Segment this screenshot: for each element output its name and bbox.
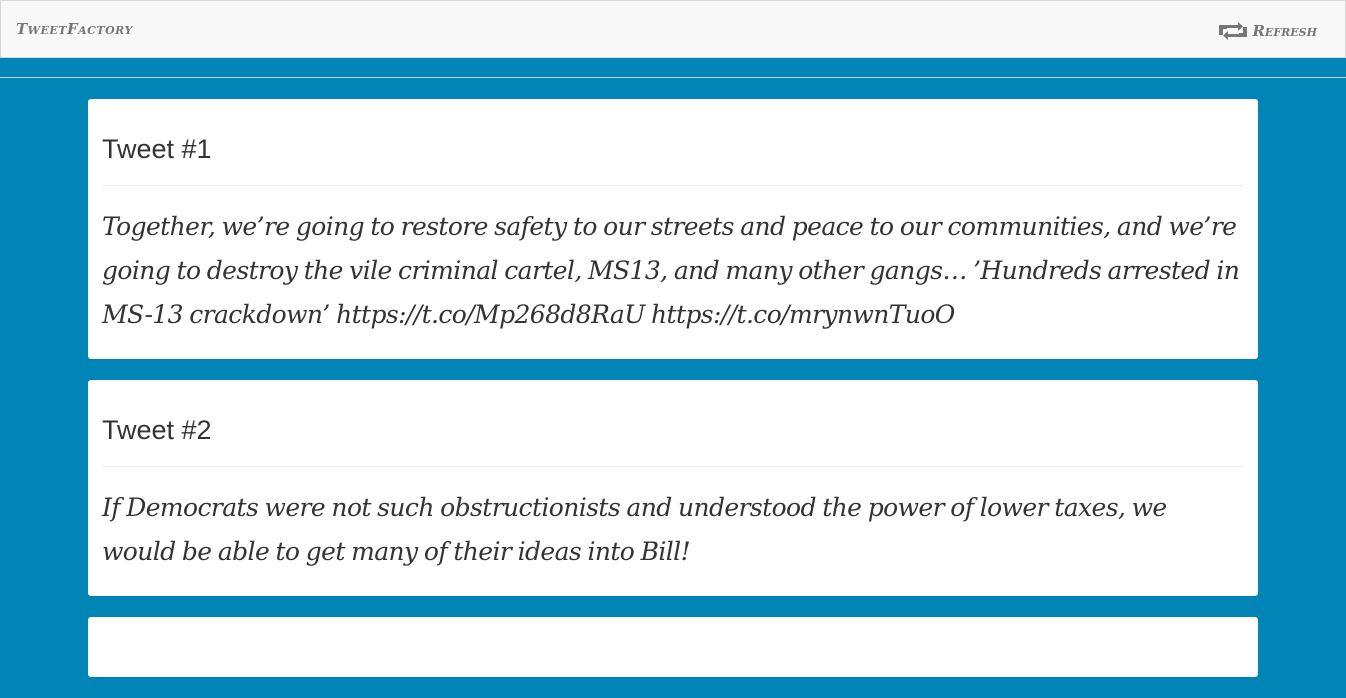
- navbar: TweetFactory Refresh: [0, 0, 1346, 58]
- tweet-title: Tweet #1: [102, 99, 1244, 186]
- refresh-label: Refresh: [1252, 22, 1317, 40]
- tweet-card: Tweet #1 Together, we’re going to restor…: [88, 99, 1258, 359]
- tweet-card: Tweet #2 If Democrats were not such obst…: [88, 380, 1258, 596]
- brand-logo[interactable]: TweetFactory: [16, 20, 133, 38]
- tweet-feed: Tweet #1 Together, we’re going to restor…: [88, 99, 1258, 698]
- tweet-title: Tweet #2: [102, 380, 1244, 467]
- refresh-button[interactable]: Refresh: [1218, 21, 1317, 41]
- tweet-text: Together, we’re going to restore safety …: [102, 212, 1240, 329]
- retweet-icon: [1218, 21, 1248, 41]
- tweet-text: If Democrats were not such obstructionis…: [102, 493, 1167, 566]
- tweet-card: [88, 617, 1258, 677]
- divider: [0, 77, 1346, 78]
